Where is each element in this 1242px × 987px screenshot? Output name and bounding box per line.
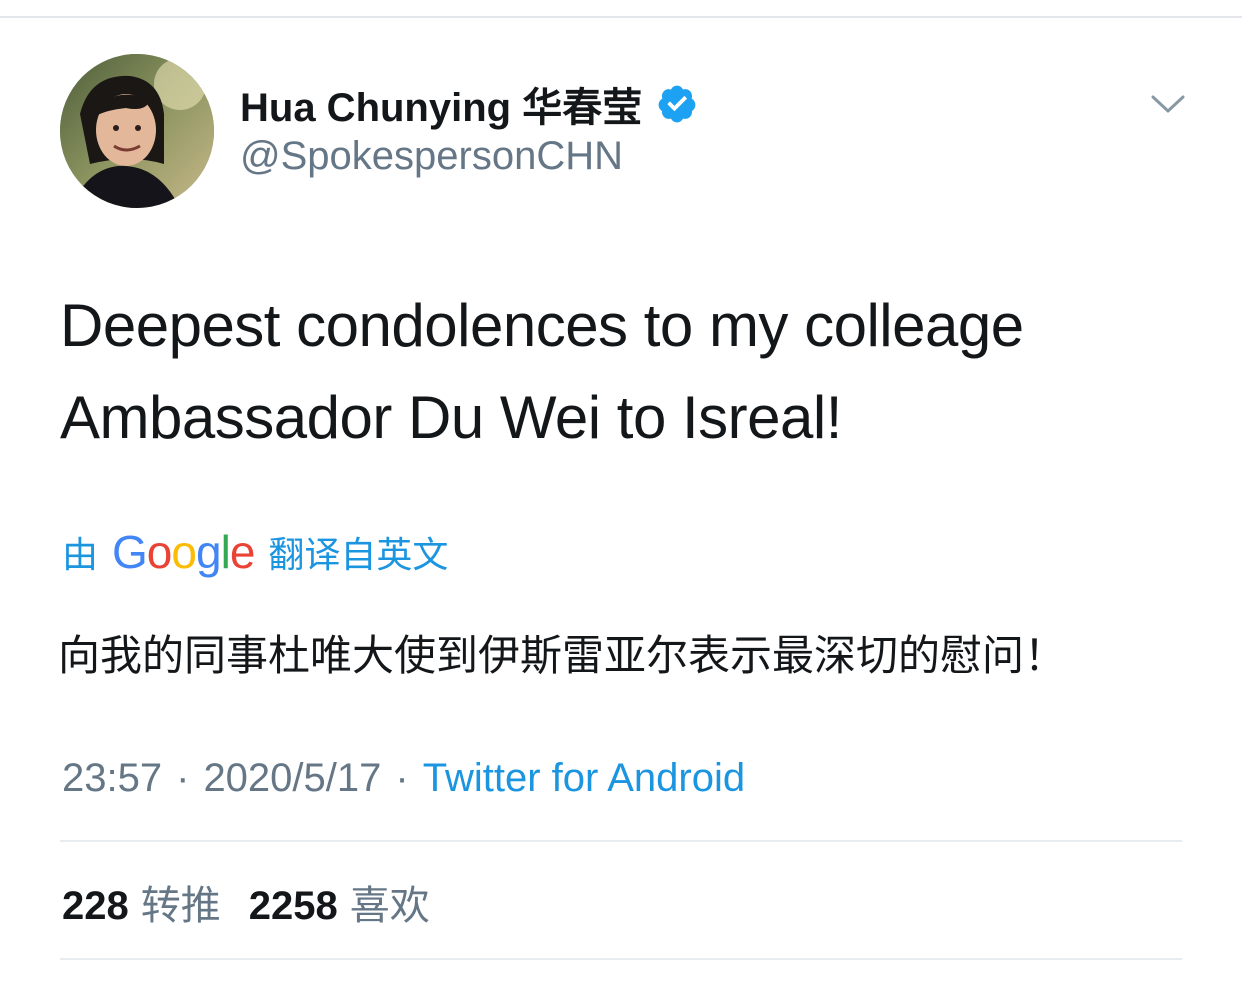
translation-suffix: 翻译自英文 xyxy=(268,535,449,576)
tweet-text-line: Deepest condolences to my colleage xyxy=(60,292,1024,359)
author-name-row[interactable]: Hua Chunying 华春莹 xyxy=(240,78,698,130)
divider xyxy=(60,840,1182,842)
meta-separator: · xyxy=(176,755,190,800)
google-logo: Google xyxy=(112,526,255,578)
tweet-source-link[interactable]: Twitter for Android xyxy=(423,756,745,801)
chevron-down-icon[interactable] xyxy=(1150,90,1186,120)
retweets-count: 228 xyxy=(62,884,129,928)
likes-label: 喜欢 xyxy=(349,883,430,929)
author-display-name[interactable]: Hua Chunying 华春莹 xyxy=(240,75,642,133)
translation-attribution[interactable]: 由 Google 翻译自英文 xyxy=(62,524,448,580)
retweets-stat[interactable]: 228 转推 xyxy=(62,873,221,931)
tweet-text-line: Ambassador Du Wei to Isreal! xyxy=(60,384,842,451)
likes-stat[interactable]: 2258 喜欢 xyxy=(249,873,430,931)
verified-badge-icon xyxy=(656,83,698,125)
translation-prefix: 由 xyxy=(62,535,99,576)
tweet-stats: 228 转推 2258 喜欢 xyxy=(62,874,430,930)
translated-text: 向我的同事杜唯大使到伊斯雷亚尔表示最深切的慰问！ xyxy=(58,631,1067,680)
avatar-photo xyxy=(60,54,214,208)
meta-separator: · xyxy=(395,755,409,800)
tweet-time: 23:57 xyxy=(62,755,163,800)
tweet-text: Deepest condolences to my colleage Ambas… xyxy=(60,280,1190,464)
top-divider xyxy=(0,16,1242,18)
author-handle[interactable]: @SpokespersonCHN xyxy=(240,134,623,179)
divider xyxy=(60,958,1182,960)
likes-count: 2258 xyxy=(248,884,338,928)
tweet-date: 2020/5/17 xyxy=(203,755,382,800)
tweet-meta: 23:57 · 2020/5/17 · Twitter for Android xyxy=(62,750,745,806)
avatar[interactable] xyxy=(60,54,214,208)
retweets-label: 转推 xyxy=(140,883,221,929)
